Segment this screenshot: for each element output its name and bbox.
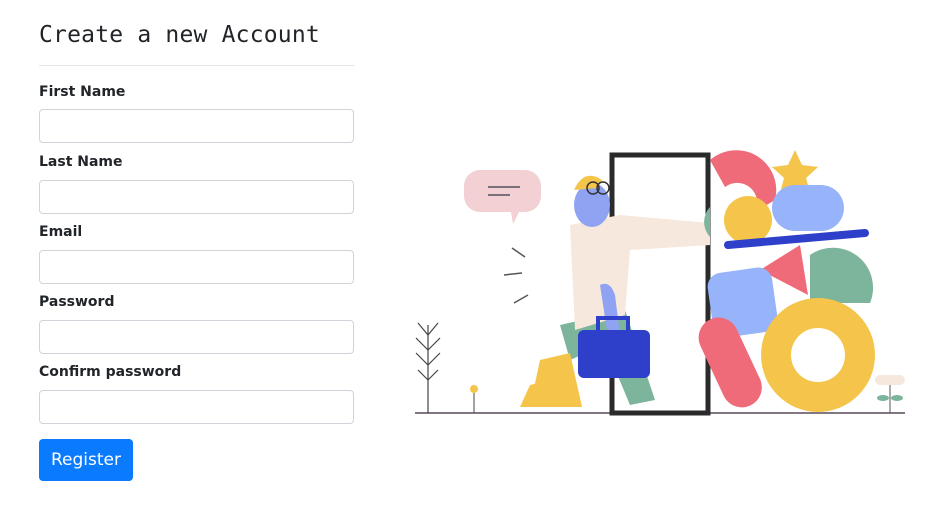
- password-input[interactable]: [39, 320, 354, 354]
- email-label: Email: [39, 224, 83, 240]
- password-label: Password: [39, 294, 115, 310]
- first-name-label: First Name: [39, 84, 126, 100]
- person-walking-through-door-illustration: [415, 150, 905, 416]
- last-name-label: Last Name: [39, 154, 123, 170]
- confirm-password-input[interactable]: [39, 390, 354, 424]
- first-name-input[interactable]: [39, 109, 354, 143]
- last-name-input[interactable]: [39, 180, 354, 214]
- title-divider: [39, 65, 354, 66]
- email-input[interactable]: [39, 250, 354, 284]
- page-title: Create a new Account: [39, 22, 320, 48]
- register-button[interactable]: Register: [39, 439, 133, 481]
- confirm-password-label: Confirm password: [39, 364, 182, 380]
